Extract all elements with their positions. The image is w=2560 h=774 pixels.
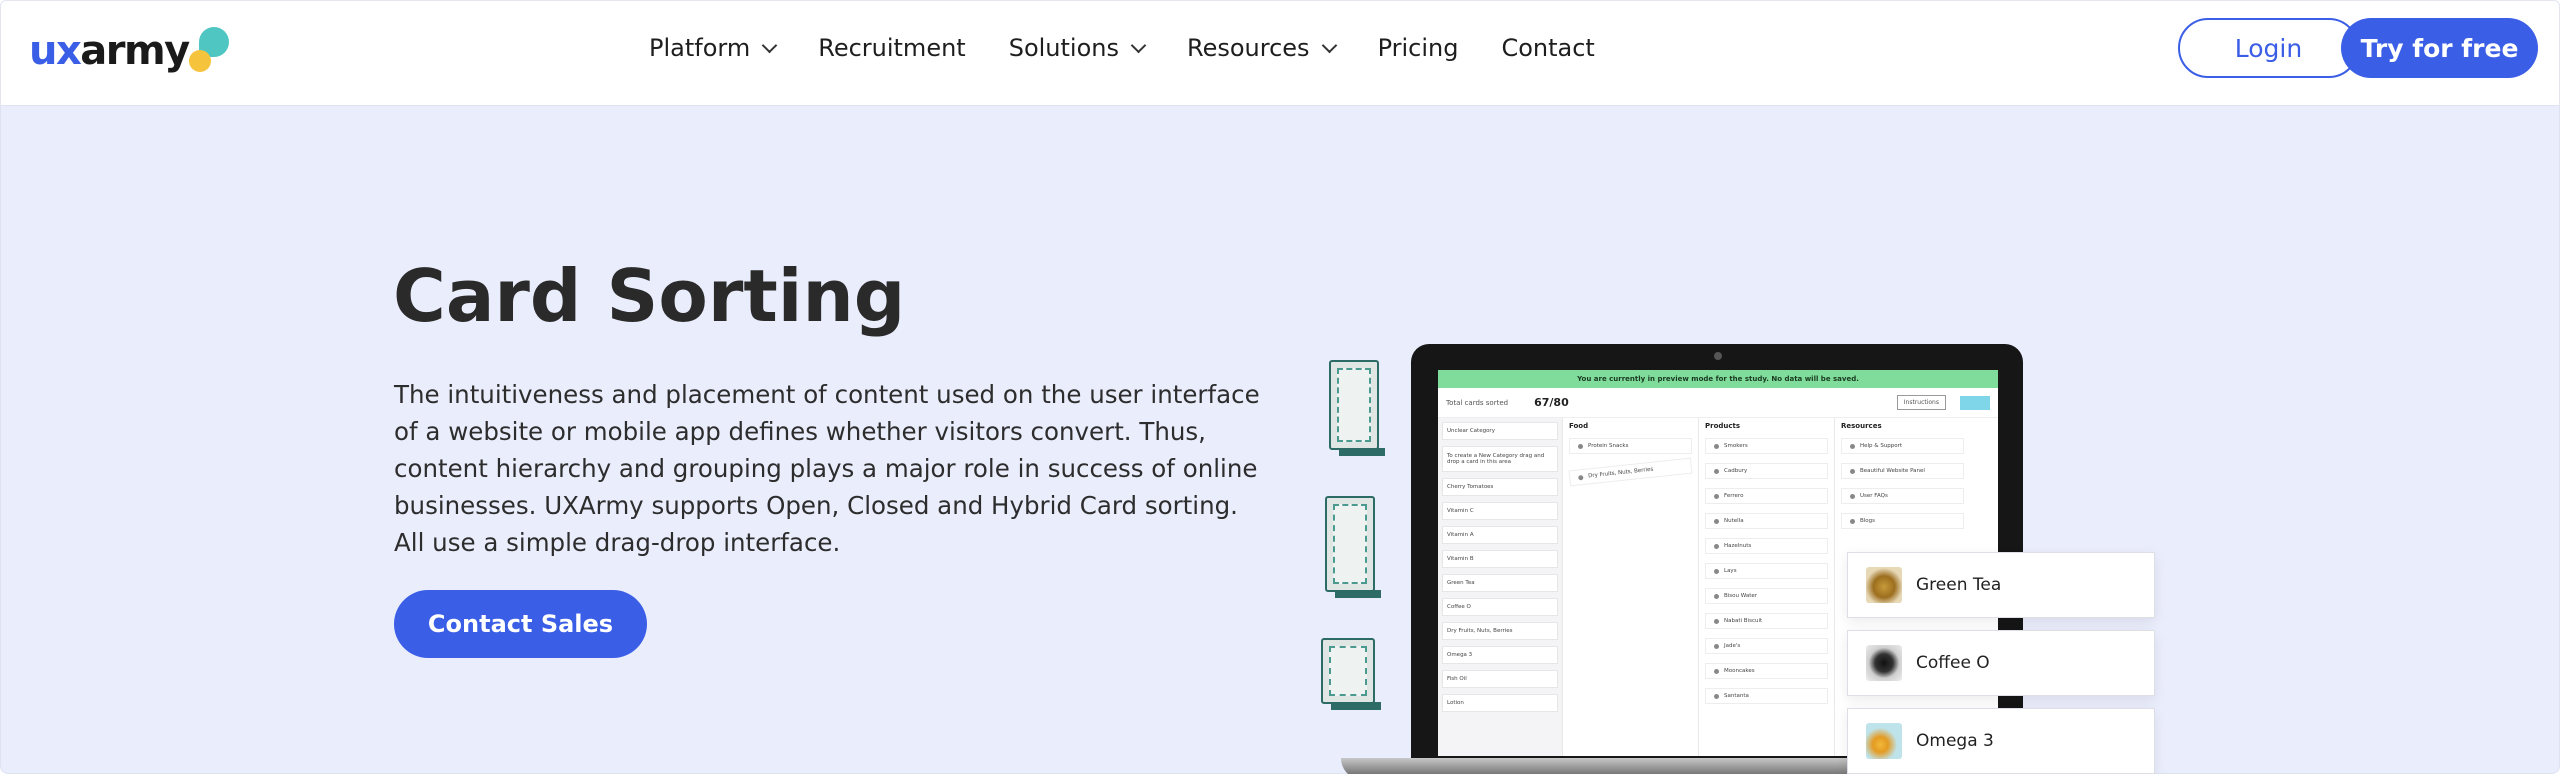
- list-item[interactable]: Nabati Biscuit: [1705, 613, 1828, 629]
- card-label: Coffee O: [1916, 653, 1990, 673]
- hero-description: The intuitiveness and placement of conte…: [394, 380, 1260, 557]
- list-item[interactable]: Vitamin C: [1442, 502, 1558, 520]
- camera-icon: [1714, 352, 1722, 360]
- list-item[interactable]: Ferrero: [1705, 488, 1828, 504]
- dragged-card[interactable]: Dry Fruits, Nuts, Berries: [1568, 457, 1693, 487]
- card-label: Green Tea: [1916, 575, 2002, 595]
- list-item[interactable]: Blogs: [1841, 513, 1964, 529]
- card-stack-icon: [1321, 638, 1381, 710]
- column-title: Resources: [1841, 422, 1882, 430]
- menu-item-contact[interactable]: Contact: [1501, 34, 1594, 62]
- menu-item-label: Solutions: [1008, 34, 1119, 62]
- list-item[interactable]: Mooncakes: [1705, 663, 1828, 679]
- logo-text-ux: ux: [29, 28, 82, 74]
- list-item[interactable]: Vitamin B: [1442, 550, 1558, 568]
- chevron-down-icon: [1130, 37, 1147, 53]
- column-title: Products: [1705, 422, 1741, 430]
- page-title: Card Sorting: [393, 254, 906, 338]
- list-item[interactable]: Bisou Water: [1705, 588, 1828, 604]
- menu-item-label: Resources: [1186, 34, 1310, 62]
- preview-toolbar: Total cards sorted 67/80 Instructions: [1438, 388, 1998, 418]
- list-item[interactable]: Unclear Category: [1442, 422, 1558, 440]
- list-item[interactable]: Protein Snacks: [1569, 438, 1692, 454]
- hero-section: Card Sorting The intuitiveness and place…: [0, 106, 2560, 774]
- list-item[interactable]: Lays: [1705, 563, 1828, 579]
- menu-item-solutions[interactable]: Solutions: [1008, 34, 1147, 62]
- list-item[interactable]: To create a New Category drag and drop a…: [1442, 446, 1558, 472]
- total-cards-label: Total cards sorted: [1446, 398, 1509, 407]
- instructions-button[interactable]: Instructions: [1896, 395, 1946, 410]
- floating-card-green-tea[interactable]: Green Tea: [1847, 552, 2155, 618]
- list-item[interactable]: Santanta: [1705, 688, 1828, 704]
- green-tea-thumbnail: [1866, 567, 1902, 603]
- list-item[interactable]: Cherry Tomatoes: [1442, 478, 1558, 496]
- omega-3-thumbnail: [1866, 723, 1902, 759]
- try-for-free-button[interactable]: Try for free: [2341, 18, 2538, 78]
- preview-banner: You are currently in preview mode for th…: [1438, 370, 1998, 388]
- main-menu: Platform Recruitment Solutions Resources…: [649, 31, 1638, 65]
- list-item[interactable]: Lotion: [1442, 694, 1558, 712]
- list-item[interactable]: Coffee O: [1442, 598, 1558, 616]
- list-item[interactable]: Omega 3: [1442, 646, 1558, 664]
- list-item[interactable]: Cadbury: [1705, 463, 1828, 479]
- logo-text-army: army: [80, 28, 190, 74]
- card-list: Unclear Category To create a New Categor…: [1438, 418, 1562, 756]
- login-button[interactable]: Login: [2178, 18, 2359, 78]
- list-item[interactable]: Vitamin A: [1442, 526, 1558, 544]
- list-item[interactable]: Fish Oil: [1442, 670, 1558, 688]
- category-column-products: Products Smokers Cadbury Ferrero Nutella…: [1698, 418, 1834, 756]
- card-sorting-illustration: You are currently in preview mode for th…: [1311, 326, 2161, 774]
- logo-bubbles-icon: [187, 25, 229, 75]
- list-item[interactable]: Jade's: [1705, 638, 1828, 654]
- list-item[interactable]: Smokers: [1705, 438, 1828, 454]
- list-item[interactable]: Dry Fruits, Nuts, Berries: [1442, 622, 1558, 640]
- chevron-down-icon: [1321, 37, 1337, 53]
- list-item[interactable]: Nutella: [1705, 513, 1828, 529]
- list-item[interactable]: Green Tea: [1442, 574, 1558, 592]
- menu-item-platform[interactable]: Platform: [649, 34, 778, 62]
- total-cards-value: 67/80: [1534, 396, 1569, 409]
- card-stack-icon: [1329, 360, 1385, 456]
- list-item[interactable]: Hazelnuts: [1705, 538, 1828, 554]
- menu-item-label: Platform: [649, 34, 751, 62]
- floating-card-omega-3[interactable]: Omega 3: [1847, 708, 2155, 774]
- card-label: Omega 3: [1916, 731, 1994, 751]
- category-column-food: Food Protein Snacks Dry Fruits, Nuts, Be…: [1562, 418, 1698, 756]
- coffee-thumbnail: [1866, 645, 1902, 681]
- uxarmy-logo[interactable]: uxarmy: [29, 23, 229, 75]
- menu-item-pricing[interactable]: Pricing: [1378, 34, 1459, 62]
- top-nav: uxarmy Platform Recruitment Solutions Re…: [0, 0, 2560, 106]
- column-title: Food: [1569, 422, 1589, 430]
- list-item[interactable]: Beautiful Website Panel: [1841, 463, 1964, 479]
- menu-item-label: Contact: [1501, 34, 1595, 62]
- chevron-down-icon: [761, 37, 778, 53]
- card-stack-icon: [1325, 496, 1381, 598]
- list-item[interactable]: Help & Support: [1841, 438, 1964, 454]
- menu-item-label: Pricing: [1377, 34, 1459, 62]
- list-item[interactable]: User FAQs: [1841, 488, 1964, 504]
- submit-button[interactable]: [1960, 395, 1990, 410]
- floating-card-coffee-o[interactable]: Coffee O: [1847, 630, 2155, 696]
- contact-sales-button[interactable]: Contact Sales: [394, 590, 647, 658]
- menu-item-recruitment[interactable]: Recruitment: [818, 34, 965, 62]
- menu-item-resources[interactable]: Resources: [1186, 34, 1337, 62]
- menu-item-label: Recruitment: [818, 34, 966, 62]
